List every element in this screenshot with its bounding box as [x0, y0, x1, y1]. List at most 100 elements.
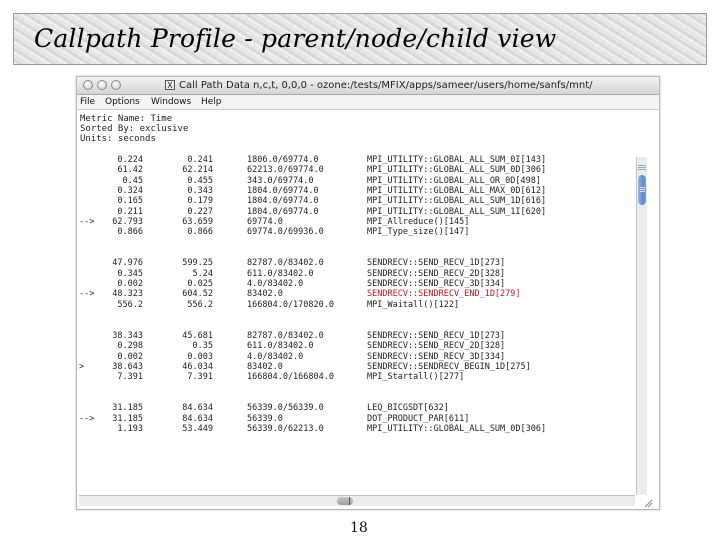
- callpath-row[interactable]: --> 62.793 63.659 69774.0 MPI_Allreduce()[14…: [79, 217, 635, 227]
- function-name: SENDRECV::SEND_RECV_2D[328]: [367, 341, 506, 351]
- function-name: MPI_Type_size()[147]: [367, 227, 470, 237]
- function-name: MPI_UTILITY::GLOBAL_ALL_SUM_1I[620]: [367, 207, 547, 217]
- sorted-by-label: Sorted By: exclusive: [80, 124, 189, 134]
- calls-value: 82787.0/83402.0: [247, 331, 324, 341]
- callpath-row[interactable]: 0.224 0.241 1806.0/69774.0 MPI_UTILITY::GLO…: [79, 155, 635, 165]
- callpath-row[interactable]: 0.298 0.35 611.0/83402.0 SENDRECV::SEND_REC…: [79, 341, 635, 351]
- callpath-row[interactable]: 0.211 0.227 1804.0/69774.0 MPI_UTILITY::GLO…: [79, 207, 635, 217]
- inclusive-value: 7.391: [187, 372, 213, 382]
- function-name: DOT_PRODUCT_PAR[611]: [367, 414, 470, 424]
- function-name: MPI_UTILITY::GLOBAL_ALL_SUM_0I[143]: [367, 155, 547, 165]
- exclusive-value: 0.211: [117, 207, 143, 217]
- menu-windows[interactable]: Windows: [151, 96, 191, 108]
- callpath-row[interactable]: 47.976 599.25 82787.0/83402.0 SENDRECV::SEN…: [79, 258, 635, 268]
- window-title: Call Path Data n,c,t, 0,0,0 - ozone:/tes…: [179, 80, 593, 91]
- calls-value: 1804.0/69774.0: [247, 186, 319, 196]
- function-name: MPI_UTILITY::GLOBAL_ALL_MAX_0D[612]: [367, 186, 547, 196]
- callpath-row[interactable]: >38.643 46.034 83402.0 SENDRECV::SENDRECV_B…: [79, 362, 635, 372]
- inclusive-value: 84.634: [182, 403, 213, 413]
- inclusive-value: 63.659: [182, 217, 213, 227]
- callpath-row[interactable]: 0.002 0.025 4.0/83402.0 SENDRECV::SEND_RECV…: [79, 279, 635, 289]
- calls-value: 166804.0/170820.0: [247, 300, 334, 310]
- inclusive-value: 5.24: [192, 269, 213, 279]
- selected-callpath-row[interactable]: --> 48.323 604.52 83402.0 SENDRECV::SENDRECV…: [79, 289, 635, 299]
- exclusive-value: 1.193: [117, 424, 143, 434]
- function-name: SENDRECV::SEND_RECV_1D[273]: [367, 331, 506, 341]
- calls-value: 611.0/83402.0: [247, 341, 314, 351]
- menu-options[interactable]: Options: [105, 96, 140, 108]
- exclusive-value: 0.002: [117, 352, 143, 362]
- vertical-scrollbar[interactable]: [636, 157, 647, 495]
- inclusive-value: 0.241: [187, 155, 213, 165]
- inclusive-value: 556.2: [187, 300, 213, 310]
- calls-value: 4.0/83402.0: [247, 279, 304, 289]
- calls-value: 1806.0/69774.0: [247, 155, 319, 165]
- callpath-row[interactable]: 38.343 45.681 82787.0/83402.0 SENDRECV::SEN…: [79, 331, 635, 341]
- calls-value: 83402.0: [247, 362, 283, 372]
- page-number: 18: [350, 520, 368, 536]
- callpath-row[interactable]: 0.45 0.455 343.0/69774.0 MPI_UTILITY::GLOBA…: [79, 176, 635, 186]
- resize-grip-icon[interactable]: [643, 498, 653, 508]
- callpath-row[interactable]: 61.42 62.214 62213.0/69774.0 MPI_UTILITY::G…: [79, 165, 635, 175]
- menu-help[interactable]: Help: [201, 96, 222, 108]
- exclusive-value: 38.643: [112, 362, 143, 372]
- callpath-row[interactable]: --> 31.185 84.634 56339.0 DOT_PRODUCT_PAR[61…: [79, 414, 635, 424]
- inclusive-value: 0.343: [187, 186, 213, 196]
- calls-value: 343.0/69774.0: [247, 176, 314, 186]
- function-name: MPI_UTILITY::GLOBAL_ALL_OR_0D[498]: [367, 176, 541, 186]
- close-window-button[interactable]: [83, 80, 93, 90]
- function-name: SENDRECV::SEND_RECV_2D[328]: [367, 269, 506, 279]
- calls-value: 56339.0/56339.0: [247, 403, 324, 413]
- calls-value: 611.0/83402.0: [247, 269, 314, 279]
- exclusive-value: 556.2: [117, 300, 143, 310]
- menu-file[interactable]: File: [80, 96, 95, 108]
- exclusive-value: 0.45: [122, 176, 143, 186]
- inclusive-value: 0.025: [187, 279, 213, 289]
- function-name: SENDRECV::SEND_RECV_3D[334]: [367, 279, 506, 289]
- inclusive-value: 0.179: [187, 196, 213, 206]
- exclusive-value: 0.165: [117, 196, 143, 206]
- calls-value: 69774.0/69936.0: [247, 227, 324, 237]
- function-name: MPI_Waitall()[122]: [367, 300, 460, 310]
- inclusive-value: 599.25: [182, 258, 213, 268]
- horizontal-scrollbar[interactable]: [79, 495, 635, 506]
- calls-value: 166804.0/166804.0: [247, 372, 334, 382]
- menu-bar: File Options Windows Help: [77, 95, 659, 110]
- inclusive-value: 53.449: [182, 424, 213, 434]
- call-path-data-window: X Call Path Data n,c,t, 0,0,0 - ozone:/t…: [76, 76, 660, 510]
- calls-value: 1804.0/69774.0: [247, 196, 319, 206]
- vertical-scroll-thumb[interactable]: [638, 175, 646, 205]
- callpath-data-area: 0.224 0.241 1806.0/69774.0 MPI_UTILITY::GLO…: [79, 155, 635, 489]
- inclusive-value: 46.034: [182, 362, 213, 372]
- calls-value: 82787.0/83402.0: [247, 258, 324, 268]
- callpath-row[interactable]: 0.324 0.343 1804.0/69774.0 MPI_UTILITY::GLO…: [79, 186, 635, 196]
- callpath-row[interactable]: 0.002 0.003 4.0/83402.0 SENDRECV::SEND_RECV…: [79, 352, 635, 362]
- minimize-window-button[interactable]: [97, 80, 107, 90]
- exclusive-value: 0.324: [117, 186, 143, 196]
- x11-app-icon: X: [165, 80, 175, 90]
- exclusive-value: 31.185: [112, 403, 143, 413]
- metric-name-label: Metric Name: Time: [80, 114, 173, 124]
- function-name: LEQ_BICGSDT[632]: [367, 403, 449, 413]
- callpath-row[interactable]: 7.391 7.391 166804.0/166804.0 MPI_Startall(…: [79, 372, 635, 382]
- callpath-row[interactable]: 0.165 0.179 1804.0/69774.0 MPI_UTILITY::GLO…: [79, 196, 635, 206]
- zoom-window-button[interactable]: [111, 80, 121, 90]
- callpath-row[interactable]: 0.345 5.24 611.0/83402.0 SENDRECV::SEND_REC…: [79, 269, 635, 279]
- calls-value: 4.0/83402.0: [247, 352, 304, 362]
- inclusive-value: 62.214: [182, 165, 213, 175]
- callpath-row[interactable]: 31.185 84.634 56339.0/56339.0 LEQ_BICGSDT[6…: [79, 403, 635, 413]
- callpath-row[interactable]: 0.866 0.866 69774.0/69936.0 MPI_Type_size()…: [79, 227, 635, 237]
- window-titlebar[interactable]: X Call Path Data n,c,t, 0,0,0 - ozone:/t…: [77, 77, 659, 95]
- horizontal-scroll-thumb[interactable]: [337, 497, 353, 505]
- exclusive-value: 61.42: [117, 165, 143, 175]
- function-name: SENDRECV::SENDRECV_END_1D[279]: [367, 289, 521, 299]
- exclusive-value: 0.002: [117, 279, 143, 289]
- callpath-row[interactable]: 1.193 53.449 56339.0/62213.0 MPI_UTILITY::G…: [79, 424, 635, 434]
- function-name: MPI_UTILITY::GLOBAL_ALL_SUM_1D[616]: [367, 196, 547, 206]
- callpath-row[interactable]: 556.2 556.2 166804.0/170820.0 MPI_Waitall()…: [79, 300, 635, 310]
- exclusive-value: 62.793: [112, 217, 143, 227]
- metric-info: Metric Name: Time Sorted By: exclusive U…: [80, 114, 188, 144]
- slide-title: Callpath Profile - parent/node/child vie…: [34, 24, 557, 53]
- function-name: SENDRECV::SEND_RECV_1D[273]: [367, 258, 506, 268]
- exclusive-value: 48.323: [112, 289, 143, 299]
